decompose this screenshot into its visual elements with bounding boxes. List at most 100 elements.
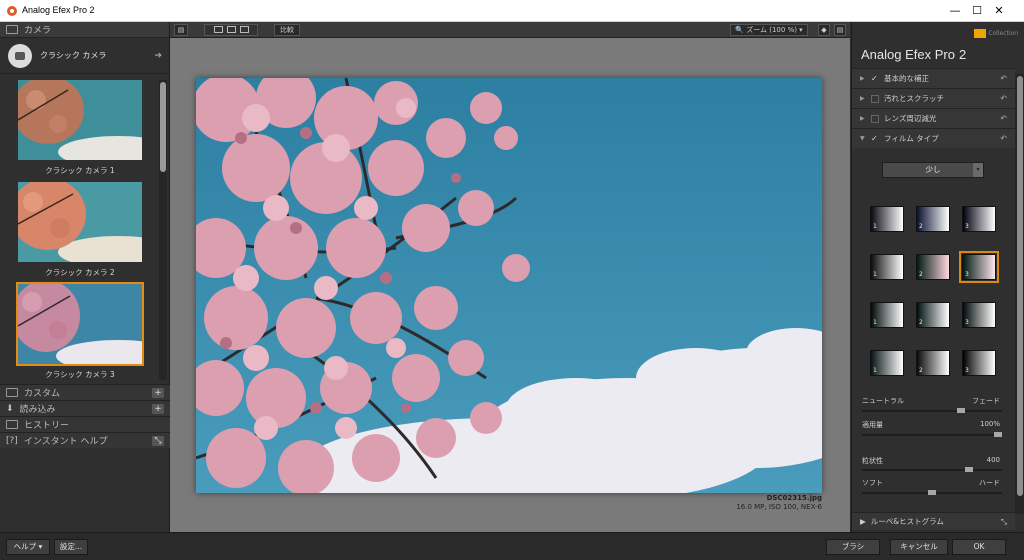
- film-swatch[interactable]: 2: [916, 254, 950, 280]
- brush-button[interactable]: ブラシ: [826, 539, 880, 555]
- reset-icon[interactable]: ↶: [1000, 74, 1007, 83]
- camera-header[interactable]: カメラ: [0, 22, 169, 38]
- panel-toggle-icon[interactable]: ▤: [174, 24, 188, 36]
- section-custom[interactable]: カスタム +: [0, 384, 170, 400]
- slider-knob[interactable]: [957, 408, 966, 413]
- pin-icon[interactable]: ⤡: [1001, 517, 1007, 527]
- image-canvas[interactable]: DSC02315.jpg 16.0 MP, ISO 100, NEX-6: [170, 38, 850, 532]
- nik-logo-icon: [974, 29, 987, 38]
- chevron-down-icon: ▾: [973, 163, 983, 177]
- classic-camera-icon: [8, 43, 32, 68]
- preset-item[interactable]: クラシック カメラ 1: [16, 78, 144, 176]
- collection-label: Collection: [988, 30, 1018, 37]
- film-swatch[interactable]: 2: [916, 206, 950, 232]
- reset-icon[interactable]: ↶: [1000, 114, 1007, 123]
- scroll-thumb[interactable]: [160, 82, 166, 172]
- soft-hard-slider[interactable]: [862, 490, 1002, 495]
- expand-arrow-icon[interactable]: ▶: [860, 115, 866, 122]
- expand-arrow-icon[interactable]: ▶: [860, 517, 866, 526]
- slider-knob[interactable]: [928, 490, 936, 495]
- preset-item[interactable]: クラシック カメラ 2: [16, 180, 144, 278]
- close-button[interactable]: ✕: [976, 0, 1022, 22]
- add-icon[interactable]: +: [152, 388, 164, 398]
- film-strength-dropdown[interactable]: 少し ▾: [882, 162, 984, 178]
- expand-arrow-icon[interactable]: ▶: [860, 75, 866, 82]
- film-swatch[interactable]: 1: [870, 254, 904, 280]
- cancel-button[interactable]: キャンセル: [890, 539, 948, 555]
- reset-icon[interactable]: ↶: [1000, 94, 1007, 103]
- history-icon: [6, 420, 18, 429]
- help-button[interactable]: ヘルプ ▾: [6, 539, 50, 555]
- filter-basic-adjustments[interactable]: ▶ ✓ 基本的な補正 ↶: [852, 68, 1015, 88]
- filter-film-type[interactable]: ▼ ✓ フィルム タイプ ↶: [852, 128, 1015, 148]
- enable-checkbox[interactable]: ✓: [871, 74, 879, 83]
- film-swatch[interactable]: 2: [916, 302, 950, 328]
- scroll-thumb[interactable]: [1017, 76, 1023, 496]
- nik-collection-logo: Collection: [974, 29, 1018, 38]
- film-swatch[interactable]: 1: [870, 206, 904, 232]
- filter-label: フィルム タイプ: [884, 134, 939, 143]
- ok-button[interactable]: OK: [952, 539, 1006, 555]
- film-swatch[interactable]: 1: [870, 350, 904, 376]
- filter-dirt-scratches[interactable]: ▶ 汚れとスクラッチ ↶: [852, 88, 1015, 108]
- camera-selector[interactable]: クラシック カメラ ➔: [0, 38, 170, 74]
- slider-knob[interactable]: [964, 467, 973, 472]
- neutral-fade-slider[interactable]: [862, 408, 1002, 413]
- compare-button[interactable]: 比較: [274, 24, 300, 36]
- swatch-number: 1: [873, 319, 877, 326]
- panel-right-toggle-icon[interactable]: ▤: [834, 24, 846, 36]
- film-swatch[interactable]: 2: [916, 350, 950, 376]
- section-import[interactable]: ⬇ 読み込み +: [0, 400, 170, 416]
- file-meta: 16.0 MP, ISO 100, NEX-6: [736, 503, 822, 511]
- slider-knob[interactable]: [994, 432, 1002, 437]
- film-swatch[interactable]: 3: [962, 350, 996, 376]
- preset-item-selected[interactable]: クラシック カメラ 3: [16, 282, 144, 380]
- preset-list: クラシック カメラ 1 クラシック カメラ 2 クラシック カメラ 3: [0, 76, 158, 380]
- enable-checkbox[interactable]: ✓: [871, 134, 879, 143]
- film-swatch[interactable]: 1: [870, 302, 904, 328]
- reset-icon[interactable]: ↶: [1000, 134, 1007, 143]
- swatch-number: 2: [919, 367, 923, 374]
- camera-name: クラシック カメラ: [40, 51, 107, 60]
- pin-icon[interactable]: ➔: [154, 51, 162, 61]
- view-mode-group[interactable]: [204, 24, 258, 36]
- filter-vignette[interactable]: ▶ レンズ周辺減光 ↶: [852, 108, 1015, 128]
- preset-thumbnail[interactable]: [16, 180, 144, 264]
- split-view-icon[interactable]: [226, 26, 236, 33]
- left-panel: カメラ クラシック カメラ ➔ クラシック カメラ 1 クラシック カメラ 2 …: [0, 22, 170, 532]
- collapse-icon[interactable]: ⤡: [152, 436, 164, 446]
- section-history[interactable]: ヒストリー: [0, 416, 170, 432]
- strength-value: 100%: [979, 420, 1000, 428]
- preset-thumbnail[interactable]: [16, 282, 144, 366]
- expand-arrow-icon[interactable]: ▶: [860, 95, 866, 102]
- single-view-icon[interactable]: [213, 26, 223, 33]
- product-title: Analog Efex Pro 2: [861, 47, 966, 62]
- collapse-arrow-icon[interactable]: ▼: [860, 135, 866, 142]
- brand-name: Analog Efex Pro: [861, 47, 955, 62]
- right-panel: Collection Analog Efex Pro 2 ▶ ✓ 基本的な補正 ↶…: [851, 22, 1024, 532]
- swatch-number: 3: [965, 271, 969, 278]
- preview-image[interactable]: [196, 78, 822, 493]
- film-swatch[interactable]: 3: [959, 251, 999, 283]
- side-by-side-icon[interactable]: [239, 26, 249, 33]
- enable-checkbox[interactable]: [871, 94, 879, 103]
- add-icon[interactable]: +: [152, 404, 164, 414]
- swatch-number: 2: [919, 271, 923, 278]
- zoom-dropdown[interactable]: 🔍 ズーム (100 %) ▾: [730, 24, 808, 36]
- grain-slider[interactable]: [862, 467, 1002, 472]
- film-swatch[interactable]: 3: [962, 302, 996, 328]
- background-toggle-icon[interactable]: ◆: [818, 24, 830, 36]
- preset-thumbnail[interactable]: [16, 78, 144, 162]
- preset-scrollbar[interactable]: [159, 80, 167, 380]
- strength-slider[interactable]: [862, 432, 1002, 437]
- help-icon: [?]: [6, 435, 18, 446]
- enable-checkbox[interactable]: [871, 114, 879, 123]
- file-info: DSC02315.jpg 16.0 MP, ISO 100, NEX-6: [736, 494, 822, 512]
- settings-button[interactable]: 設定...: [54, 539, 88, 555]
- top-toolbar: ▤ 比較 🔍 ズーム (100 %) ▾ ◆ ▤: [170, 22, 850, 38]
- right-scrollbar[interactable]: [1015, 74, 1024, 514]
- film-swatch[interactable]: 3: [962, 206, 996, 232]
- section-instant-help[interactable]: [?] インスタント ヘルプ ⤡: [0, 432, 170, 448]
- section-label: ヒストリー: [24, 421, 70, 431]
- loupe-histogram-section[interactable]: ▶ ルーペ&ヒストグラム ⤡: [852, 512, 1015, 530]
